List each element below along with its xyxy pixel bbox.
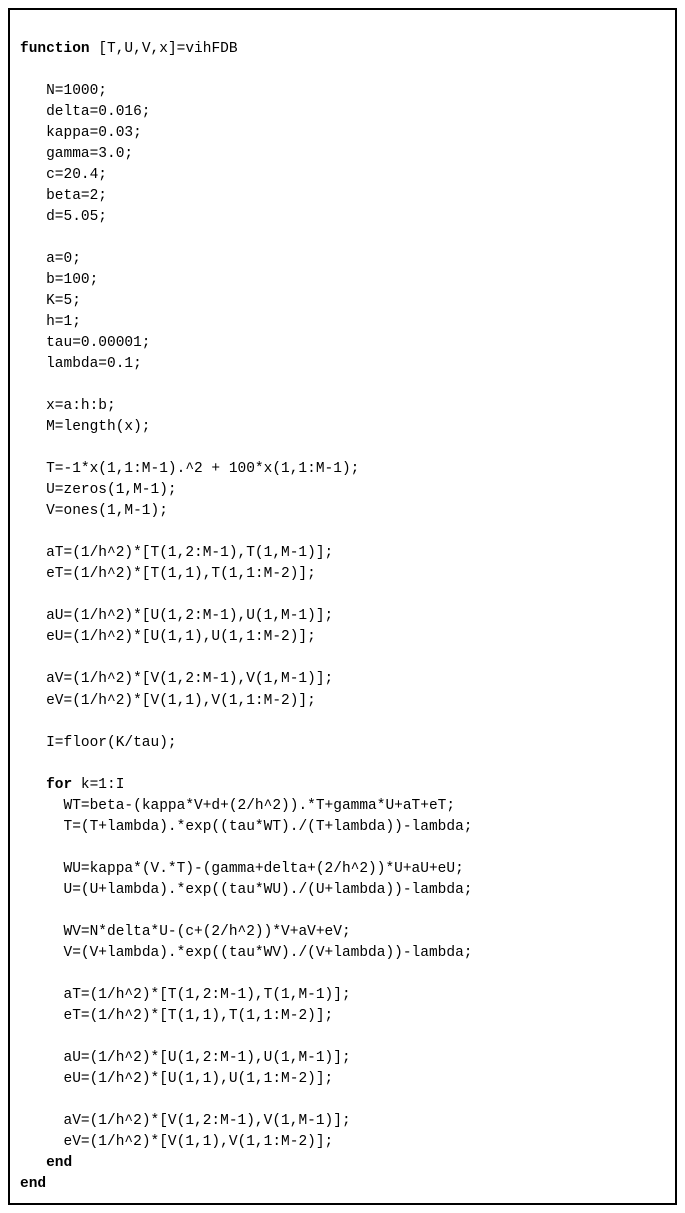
code-line: V=ones(1,M-1);	[20, 501, 168, 522]
code-line: K=5;	[20, 291, 81, 312]
code-line: a=0;	[20, 249, 81, 270]
code-line: eV=(1/h^2)*[V(1,1),V(1,1:M-2)];	[20, 691, 316, 712]
code-line: function [T,U,V,x]=vihFDB	[20, 41, 238, 57]
keyword-end: end	[20, 1176, 46, 1192]
code-line: delta=0.016;	[20, 102, 151, 123]
code-line: aU=(1/h^2)*[U(1,2:M-1),U(1,M-1)];	[20, 606, 333, 627]
keyword-function: function	[20, 41, 90, 57]
code-line: b=100;	[20, 270, 98, 291]
code-line: aV=(1/h^2)*[V(1,2:M-1),V(1,M-1)];	[20, 669, 333, 690]
code-listing: function [T,U,V,x]=vihFDB N=1000; delta=…	[8, 8, 677, 1205]
code-line: WV=N*delta*U-(c+(2/h^2))*V+aV+eV;	[20, 922, 351, 943]
code-line: eT=(1/h^2)*[T(1,1),T(1,1:M-2)];	[20, 564, 316, 585]
code-line: U=zeros(1,M-1);	[20, 480, 177, 501]
code-line: aT=(1/h^2)*[T(1,2:M-1),T(1,M-1)];	[20, 985, 351, 1006]
code-line: aT=(1/h^2)*[T(1,2:M-1),T(1,M-1)];	[20, 543, 333, 564]
code-line: eU=(1/h^2)*[U(1,1),U(1,1:M-2)];	[20, 627, 316, 648]
code-line: h=1;	[20, 312, 81, 333]
code-line: WU=kappa*(V.*T)-(gamma+delta+(2/h^2))*U+…	[20, 859, 464, 880]
code-line: T=(T+lambda).*exp((tau*WT)./(T+lambda))-…	[20, 817, 472, 838]
code-line: I=floor(K/tau);	[20, 733, 177, 754]
code-line: kappa=0.03;	[20, 123, 142, 144]
code-line: c=20.4;	[20, 165, 107, 186]
code-line: N=1000;	[20, 81, 107, 102]
code-line: aU=(1/h^2)*[U(1,2:M-1),U(1,M-1)];	[20, 1048, 351, 1069]
code-line: x=a:h:b;	[20, 396, 116, 417]
code-line: M=length(x);	[20, 417, 151, 438]
keyword-end: end	[20, 1153, 72, 1174]
code-line: U=(U+lambda).*exp((tau*WU)./(U+lambda))-…	[20, 880, 472, 901]
code-line: WT=beta-(kappa*V+d+(2/h^2)).*T+gamma*U+a…	[20, 796, 455, 817]
code-line: for k=1:I	[20, 775, 124, 796]
code-line: T=-1*x(1,1:M-1).^2 + 100*x(1,1:M-1);	[20, 459, 359, 480]
code-line: eT=(1/h^2)*[T(1,1),T(1,1:M-2)];	[20, 1006, 333, 1027]
code-line: gamma=3.0;	[20, 144, 133, 165]
code-line: aV=(1/h^2)*[V(1,2:M-1),V(1,M-1)];	[20, 1111, 351, 1132]
keyword-for: for	[46, 777, 72, 793]
code-line: lambda=0.1;	[20, 354, 142, 375]
code-line: eV=(1/h^2)*[V(1,1),V(1,1:M-2)];	[20, 1132, 333, 1153]
code-line: tau=0.00001;	[20, 333, 151, 354]
code-line: eU=(1/h^2)*[U(1,1),U(1,1:M-2)];	[20, 1069, 333, 1090]
code-line: beta=2;	[20, 186, 107, 207]
code-line: d=5.05;	[20, 207, 107, 228]
code-line: V=(V+lambda).*exp((tau*WV)./(V+lambda))-…	[20, 943, 472, 964]
